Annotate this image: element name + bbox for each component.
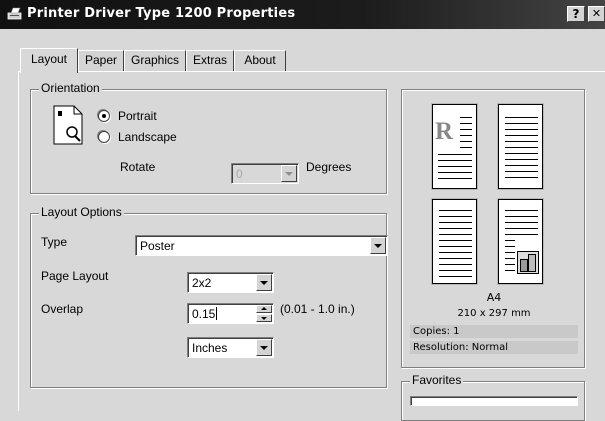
preview-area: R A4 210 x 297 mm Copies: 1 Resolution: …: [401, 89, 585, 368]
tab-graphics[interactable]: Graphics: [124, 50, 186, 72]
text-caret: [216, 307, 218, 320]
paper-size: 210 x 297 mm: [457, 308, 531, 319]
portrait-label[interactable]: Portrait: [118, 109, 157, 123]
preview-page-4: [497, 198, 544, 285]
tab-paper[interactable]: Paper: [78, 50, 124, 72]
orientation-group: Orientation Portrait Landscape Rotate 0 …: [30, 81, 387, 194]
favorites-dropdown[interactable]: [410, 396, 578, 406]
orientation-group-label: Orientation: [39, 81, 102, 95]
close-button[interactable]: ✕: [588, 6, 605, 22]
rotate-dropdown[interactable]: 0: [231, 163, 299, 184]
tab-label: About: [244, 53, 276, 67]
chart-graphic-icon: [517, 251, 539, 274]
page-layout-value: 2x2: [192, 276, 212, 290]
rotate-label: Rotate: [120, 160, 156, 174]
help-button[interactable]: ?: [567, 6, 585, 22]
type-label: Type: [41, 235, 68, 249]
layout-options-group: Layout Options Type Poster Page Layout 2…: [30, 205, 388, 388]
tab-layout[interactable]: Layout: [20, 48, 78, 73]
chevron-down-icon[interactable]: [281, 165, 297, 182]
chevron-down-icon[interactable]: [256, 339, 272, 356]
overlap-range-label: (0.01 - 1.0 in.): [280, 302, 355, 316]
type-value: Poster: [140, 239, 175, 253]
preview-page-1: R: [431, 103, 478, 190]
units-dropdown[interactable]: Inches: [187, 337, 274, 358]
favorites-group: Favorites: [401, 373, 585, 421]
chevron-down-icon[interactable]: [370, 237, 386, 254]
preview-page-2: [497, 103, 544, 190]
tab-extras[interactable]: Extras: [186, 50, 234, 72]
tab-label: Paper: [84, 53, 118, 67]
page-letter: R: [435, 118, 454, 145]
copies-info: Copies: 1: [410, 325, 578, 338]
units-value: Inches: [192, 341, 228, 355]
overlap-value[interactable]: 0.15: [192, 307, 215, 321]
tab-about[interactable]: About: [234, 50, 286, 72]
portrait-page-icon: [53, 105, 83, 145]
tab-label: Layout: [30, 52, 68, 66]
tab-label: Extras: [192, 53, 227, 67]
spin-down-icon[interactable]: [256, 314, 272, 322]
preview-page-3: [431, 198, 478, 285]
rotate-value: 0: [236, 167, 243, 181]
spin-up-icon[interactable]: [256, 305, 272, 313]
layout-options-group-label: Layout Options: [39, 205, 124, 219]
overlap-spinner[interactable]: 0.15: [187, 303, 274, 324]
page-layout-dropdown[interactable]: 2x2: [187, 272, 274, 293]
page-layout-label: Page Layout: [41, 269, 109, 283]
paper-name: A4: [486, 291, 502, 304]
resolution-info: Resolution: Normal: [410, 341, 578, 354]
tab-label: Graphics: [130, 53, 180, 67]
degrees-label: Degrees: [306, 160, 352, 174]
window-title: Printer Driver Type 1200 Properties: [27, 6, 296, 21]
portrait-radio[interactable]: [98, 110, 110, 122]
overlap-spin-buttons[interactable]: [256, 305, 272, 322]
title-bar: Printer Driver Type 1200 Properties ? ✕: [0, 0, 605, 29]
landscape-radio[interactable]: [98, 131, 110, 143]
type-dropdown[interactable]: Poster: [135, 235, 388, 256]
overlap-label: Overlap: [41, 302, 84, 316]
chevron-down-icon[interactable]: [256, 274, 272, 291]
landscape-label[interactable]: Landscape: [118, 130, 177, 144]
printer-icon: [7, 7, 22, 20]
favorites-group-label: Favorites: [410, 373, 464, 387]
